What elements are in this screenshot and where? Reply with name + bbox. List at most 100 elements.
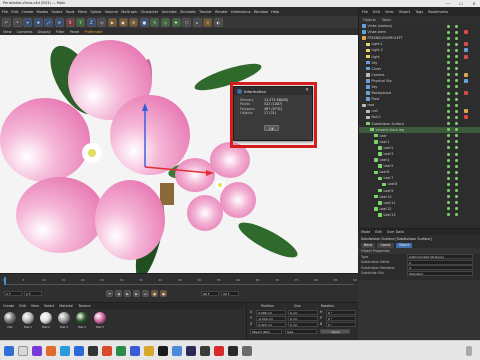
app-icon[interactable]	[186, 346, 196, 356]
menu-item-file[interactable]: File	[2, 10, 8, 14]
visibility-editor-dot[interactable]	[447, 97, 450, 101]
material-swatch[interactable]: Mat.5	[93, 312, 107, 329]
record-keyframe-icon[interactable]: ●	[151, 290, 158, 297]
app-icon[interactable]	[88, 346, 98, 356]
redo-icon[interactable]: ↷	[12, 17, 22, 27]
visibility-render-dot[interactable]	[455, 158, 458, 162]
light-icon[interactable]: ☼	[203, 17, 213, 27]
size-field[interactable]: 0 cm	[288, 309, 318, 315]
visibility-editor-dot[interactable]	[447, 170, 450, 174]
render-settings-icon[interactable]: ⚙	[129, 17, 139, 27]
rotation-field[interactable]: 0 °	[326, 315, 356, 321]
visibility-render-dot[interactable]	[455, 79, 458, 83]
rotation-field[interactable]: 0 °	[326, 321, 356, 327]
app-icon[interactable]	[60, 346, 70, 356]
visibility-render-dot[interactable]	[455, 30, 458, 34]
object-tag-icon[interactable]	[464, 30, 468, 35]
attribute-value-field[interactable]: Catmull-Clark (N-Gons)	[407, 254, 473, 260]
visibility-editor-dot[interactable]	[447, 24, 450, 28]
object-tag-icon[interactable]	[464, 78, 468, 83]
visibility-render-dot[interactable]	[455, 55, 458, 59]
visibility-editor-dot[interactable]	[447, 85, 450, 89]
menu-item-extensions[interactable]: Extensions	[231, 10, 251, 14]
visibility-render-dot[interactable]	[455, 195, 458, 199]
viewport-menu-cameras[interactable]: Cameras	[17, 30, 33, 34]
material-menu-item[interactable]: View	[31, 304, 39, 308]
play-icon[interactable]: ▶	[124, 290, 131, 297]
attribute-tab-basic[interactable]: Basic	[361, 242, 376, 248]
material-menu-item[interactable]: Create	[3, 304, 14, 308]
attribute-value-field[interactable]: 2	[407, 259, 473, 265]
visibility-render-dot[interactable]	[455, 207, 458, 211]
visibility-render-dot[interactable]	[455, 42, 458, 46]
coordinate-mode-select[interactable]: Object (Rel)	[250, 329, 282, 334]
visibility-editor-dot[interactable]	[447, 146, 450, 150]
visibility-editor-dot[interactable]	[447, 164, 450, 168]
object-tag-icon[interactable]	[464, 54, 468, 59]
visibility-editor-dot[interactable]	[447, 213, 450, 217]
rotate-icon[interactable]: ⟳	[54, 17, 64, 27]
visibility-editor-dot[interactable]	[447, 189, 450, 193]
x-axis-icon[interactable]: X	[65, 17, 75, 27]
size-field[interactable]: 0 cm	[288, 321, 318, 327]
menu-item-mograph[interactable]: MoGraph	[121, 10, 137, 14]
visibility-render-dot[interactable]	[455, 48, 458, 52]
app-icon[interactable]	[228, 346, 238, 356]
menu-item-help[interactable]: Help	[271, 10, 279, 14]
app-icon[interactable]	[214, 346, 224, 356]
app-icon[interactable]	[102, 346, 112, 356]
next-frame-icon[interactable]: ▶	[133, 290, 140, 297]
app-icon[interactable]	[32, 346, 42, 356]
app-icon[interactable]	[130, 346, 140, 356]
floor-icon[interactable]: ⌂	[192, 17, 202, 27]
move-icon[interactable]: ✥	[33, 17, 43, 27]
object-menu-edit[interactable]: Edit	[373, 10, 380, 14]
attribute-value-field[interactable]: 3	[407, 265, 473, 271]
visibility-render-dot[interactable]	[455, 146, 458, 150]
menu-item-volume[interactable]: Volume	[105, 10, 118, 14]
visibility-editor-dot[interactable]	[447, 207, 450, 211]
visibility-editor-dot[interactable]	[447, 140, 450, 144]
cube-icon[interactable]: ■	[139, 17, 149, 27]
visibility-editor-dot[interactable]	[447, 128, 450, 132]
object-menu-view[interactable]: View	[385, 10, 394, 14]
visibility-editor-dot[interactable]	[447, 152, 450, 156]
visibility-editor-dot[interactable]	[447, 182, 450, 186]
menu-item-character[interactable]: Character	[141, 10, 159, 14]
start-icon[interactable]	[4, 346, 14, 356]
render-picture-viewer-icon[interactable]: ▣	[118, 17, 128, 27]
attribute-tab-object[interactable]: Object	[395, 242, 413, 248]
app-icon[interactable]	[144, 346, 154, 356]
visibility-render-dot[interactable]	[455, 152, 458, 156]
object-tag-icon[interactable]	[464, 115, 468, 120]
menu-item-simulate[interactable]: Simulate	[180, 10, 196, 14]
visibility-render-dot[interactable]	[455, 122, 458, 126]
visibility-render-dot[interactable]	[455, 201, 458, 205]
menu-item-create[interactable]: Create	[21, 10, 33, 14]
menu-item-modes[interactable]: Modes	[37, 10, 49, 14]
attribute-value-field[interactable]: Standard	[407, 270, 473, 276]
visibility-render-dot[interactable]	[455, 67, 458, 71]
pen-icon[interactable]: ✎	[150, 17, 160, 27]
object-tag-icon[interactable]	[464, 91, 468, 96]
material-menu-item[interactable]: Select	[44, 304, 54, 308]
app-icon[interactable]	[74, 346, 84, 356]
visibility-render-dot[interactable]	[455, 109, 458, 113]
app-icon[interactable]	[242, 346, 252, 356]
subdivision-icon[interactable]: ◇	[160, 17, 170, 27]
attribute-menu-item[interactable]: User Data	[387, 230, 404, 234]
viewport-menu-view[interactable]: View	[3, 30, 12, 34]
menu-item-spline[interactable]: Spline	[90, 10, 101, 14]
visibility-render-dot[interactable]	[455, 170, 458, 174]
menu-item-mesh[interactable]: Mesh	[78, 10, 87, 14]
frame-end-preview-field[interactable]: 90 F	[221, 291, 239, 296]
visibility-render-dot[interactable]	[455, 73, 458, 77]
visibility-render-dot[interactable]	[455, 85, 458, 89]
visibility-editor-dot[interactable]	[447, 91, 450, 95]
visibility-render-dot[interactable]	[455, 24, 458, 28]
visibility-editor-dot[interactable]	[447, 55, 450, 59]
visibility-editor-dot[interactable]	[447, 73, 450, 77]
playhead-marker[interactable]	[4, 277, 6, 285]
material-swatch[interactable]: Mat.3	[57, 312, 71, 329]
visibility-render-dot[interactable]	[455, 140, 458, 144]
